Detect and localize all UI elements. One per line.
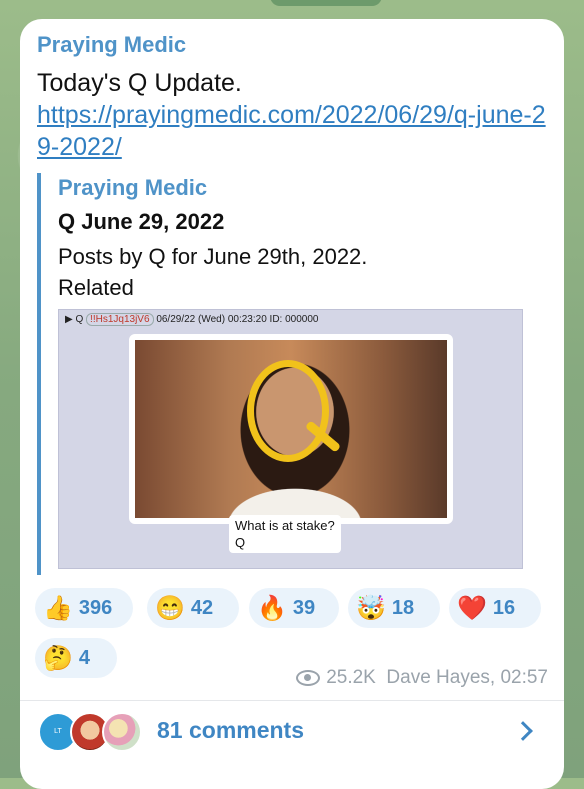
comments-label[interactable]: 81 comments	[157, 717, 304, 744]
message-bubble: Praying Medic Today's Q Update. https://…	[20, 19, 564, 789]
chevron-right-icon[interactable]	[513, 721, 533, 741]
preview-title: Q June 29, 2022	[58, 209, 225, 234]
grin-icon: 😁	[155, 594, 185, 622]
thumbs-up-icon: 👍	[43, 594, 73, 622]
message-link[interactable]: https://prayingmedic.com/2022/06/29/q-ju…	[37, 101, 546, 161]
caption-line1: What is at stake?	[235, 518, 335, 533]
post-tripcode: !!Hs1Jq13jV6	[86, 313, 154, 326]
message-meta: 25.2K Dave Hayes, 02:57	[270, 667, 548, 689]
post-datetime: 06/29/22 (Wed) 00:23:20	[156, 314, 267, 325]
comments-bar[interactable]: LT 81 comments	[20, 701, 564, 771]
q-logo-icon	[247, 360, 329, 462]
reaction-thinking[interactable]: 🤔 4	[35, 638, 117, 678]
caption-line2: Q	[235, 535, 246, 550]
post-id: ID: 000000	[269, 314, 319, 325]
link-preview[interactable]: Praying Medic Q June 29, 2022 Posts by Q…	[37, 173, 531, 575]
reaction-thumbs-up[interactable]: 👍 396	[35, 588, 133, 628]
mind-blown-icon: 🤯	[356, 594, 386, 622]
author-time: Dave Hayes, 02:57	[386, 667, 548, 688]
reaction-count: 18	[391, 596, 415, 619]
reaction-mind-blown[interactable]: 🤯 18	[348, 588, 440, 628]
post-arrow-icon: ▶	[65, 314, 73, 325]
image-caption: What is at stake? Q	[229, 515, 341, 553]
preview-image[interactable]: ▶ Q !!Hs1Jq13jV6 06/29/22 (Wed) 00:23:20…	[58, 309, 523, 569]
avatar	[102, 712, 142, 752]
reaction-count: 4	[78, 646, 91, 669]
fire-icon: 🔥	[257, 594, 287, 622]
hearing-photo	[129, 334, 453, 524]
reaction-heart[interactable]: ❤️ 16	[449, 588, 541, 628]
message-body: Today's Q Update.	[37, 69, 242, 97]
message-text: Today's Q Update. https://prayingmedic.c…	[37, 67, 547, 163]
reaction-count: 39	[292, 596, 316, 619]
reaction-count: 42	[190, 596, 214, 619]
preview-description-text: Posts by Q for June 29th, 2022.	[58, 244, 368, 269]
view-count: 25.2K	[326, 667, 376, 688]
preview-related: Related	[58, 275, 134, 300]
reaction-count: 396	[78, 596, 113, 619]
preview-description: Posts by Q for June 29th, 2022. Related	[58, 241, 518, 303]
heart-icon: ❤️	[457, 594, 487, 622]
reaction-count: 16	[492, 596, 516, 619]
channel-name[interactable]: Praying Medic	[37, 32, 186, 58]
eye-icon	[296, 669, 321, 686]
post-name: Q	[75, 314, 84, 325]
reaction-fire[interactable]: 🔥 39	[249, 588, 339, 628]
thinking-icon: 🤔	[43, 644, 73, 672]
top-pill	[270, 0, 382, 6]
preview-site-name: Praying Medic	[58, 175, 208, 200]
post-header: ▶ Q !!Hs1Jq13jV6 06/29/22 (Wed) 00:23:20…	[65, 313, 319, 326]
reaction-grin[interactable]: 😁 42	[147, 588, 239, 628]
